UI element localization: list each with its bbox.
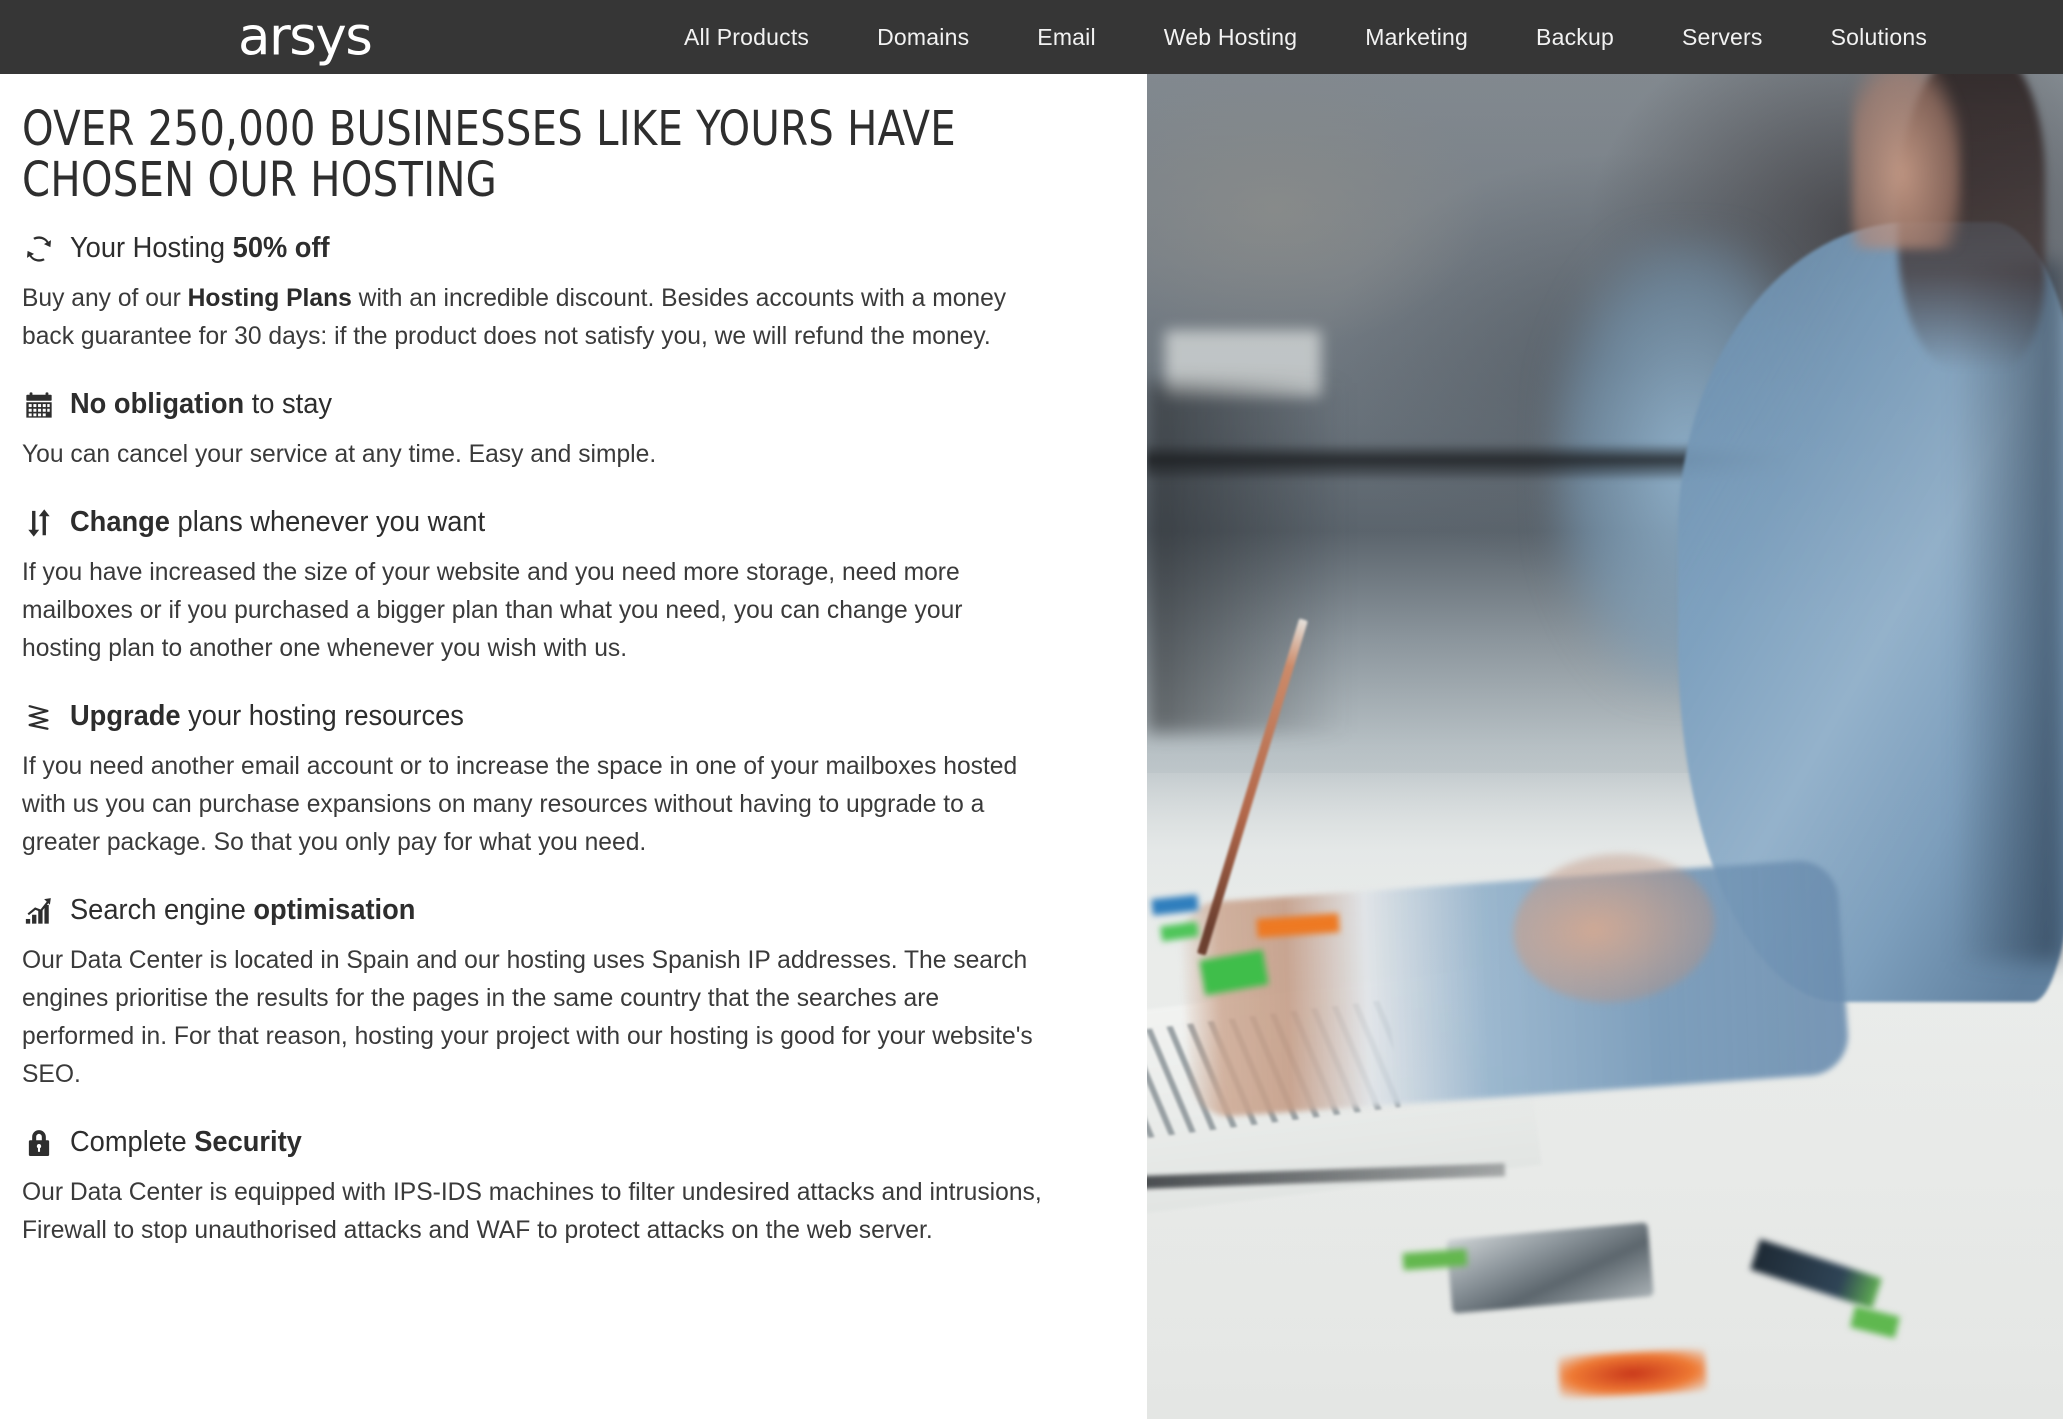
content-column: OVER 250,000 BUSINESSES LIKE YOURS HAVE …: [0, 74, 1147, 1419]
body-pre: If you need another email account or to …: [22, 751, 1018, 856]
feature-title: Your Hosting 50% off: [70, 232, 330, 265]
feature-no-obligation: No obligation to stay You can cancel you…: [22, 385, 1062, 473]
feature-title-bold: Upgrade: [70, 700, 181, 733]
zigzag-stack-icon: [22, 700, 56, 734]
feature-hosting-discount: Your Hosting 50% off Buy any of our Host…: [22, 229, 1062, 355]
feature-heading: No obligation to stay: [22, 385, 1062, 425]
calendar-icon: [22, 388, 56, 422]
feature-heading: Complete Security: [22, 1123, 1062, 1163]
feature-upgrade-resources: Upgrade your hosting resources If you ne…: [22, 697, 1062, 861]
nav-item-domains[interactable]: Domains: [875, 24, 971, 51]
page-title: OVER 250,000 BUSINESSES LIKE YOURS HAVE …: [22, 101, 956, 209]
body-bold: Hosting Plans: [187, 283, 352, 312]
up-down-arrows-icon: [22, 506, 56, 540]
body-pre: You can cancel your service at any time.…: [22, 439, 657, 468]
nav-item-email[interactable]: Email: [1035, 24, 1098, 51]
feature-change-plans: Change plans whenever you want If you ha…: [22, 503, 1062, 667]
feature-body: Our Data Center is located in Spain and …: [22, 941, 1046, 1093]
photo-orange-highlight: [1558, 1347, 1707, 1399]
body-pre: Buy any of our: [22, 283, 188, 312]
body-pre: If you have increased the size of your w…: [22, 557, 963, 662]
nav-item-solutions[interactable]: Solutions: [1829, 24, 1929, 51]
feature-title-bold: 50% off: [232, 232, 330, 265]
body-pre: Our Data Center is equipped with IPS-IDS…: [22, 1177, 1042, 1244]
feature-title-plain: plans whenever you want: [169, 506, 486, 539]
feature-title-plain: Search engine: [70, 894, 254, 927]
photo-face: [1852, 74, 1963, 249]
feature-title: Search engine optimisation: [70, 894, 415, 927]
nav-item-backup[interactable]: Backup: [1534, 24, 1616, 51]
feature-body: If you need another email account or to …: [22, 747, 1046, 861]
lock-icon: [22, 1126, 56, 1160]
feature-body: Our Data Center is equipped with IPS-IDS…: [22, 1173, 1046, 1249]
arsys-logo[interactable]: arsys: [238, 11, 373, 64]
main-navigation: All Products Domains Email Web Hosting M…: [640, 0, 2063, 74]
feature-heading: Your Hosting 50% off: [22, 229, 1062, 269]
feature-title: Complete Security: [70, 1126, 302, 1159]
feature-heading: Change plans whenever you want: [22, 503, 1062, 543]
feature-body: If you have increased the size of your w…: [22, 553, 1046, 667]
feature-title-plain: Your Hosting: [70, 232, 233, 265]
nav-item-marketing[interactable]: Marketing: [1363, 24, 1470, 51]
feature-title-bold: optimisation: [253, 894, 416, 927]
feature-seo: Search engine optimisation Our Data Cent…: [22, 891, 1062, 1093]
nav-item-servers[interactable]: Servers: [1680, 24, 1765, 51]
page-stage: OVER 250,000 BUSINESSES LIKE YOURS HAVE …: [0, 74, 2063, 1419]
feature-title-plain: to stay: [244, 388, 333, 421]
feature-body: You can cancel your service at any time.…: [22, 435, 1046, 473]
feature-title-plain: your hosting resources: [180, 700, 464, 733]
feature-heading: Upgrade your hosting resources: [22, 697, 1062, 737]
photo-forearm: [1176, 858, 1850, 1119]
feature-title-bold: No obligation: [70, 388, 245, 421]
feature-body: Buy any of our Hosting Plans with an inc…: [22, 279, 1046, 355]
body-pre: Our Data Center is located in Spain and …: [22, 945, 1033, 1088]
feature-title: Upgrade your hosting resources: [70, 700, 464, 733]
feature-title-bold: Security: [194, 1126, 302, 1159]
nav-item-all-products[interactable]: All Products: [682, 24, 811, 51]
bar-chart-growth-icon: [22, 894, 56, 928]
feature-title-bold: Change: [70, 506, 170, 539]
feature-title-plain: Complete: [70, 1126, 195, 1159]
top-navigation-bar: arsys All Products Domains Email Web Hos…: [0, 0, 2063, 74]
feature-title: No obligation to stay: [70, 388, 332, 421]
photo-left-shadow: [1147, 383, 1349, 734]
feature-security: Complete Security Our Data Center is equ…: [22, 1123, 1062, 1249]
refresh-cycle-icon: [22, 232, 56, 266]
feature-title: Change plans whenever you want: [70, 506, 485, 539]
nav-item-web-hosting[interactable]: Web Hosting: [1162, 24, 1299, 51]
feature-heading: Search engine optimisation: [22, 891, 1062, 931]
hero-photo: [1147, 74, 2063, 1419]
